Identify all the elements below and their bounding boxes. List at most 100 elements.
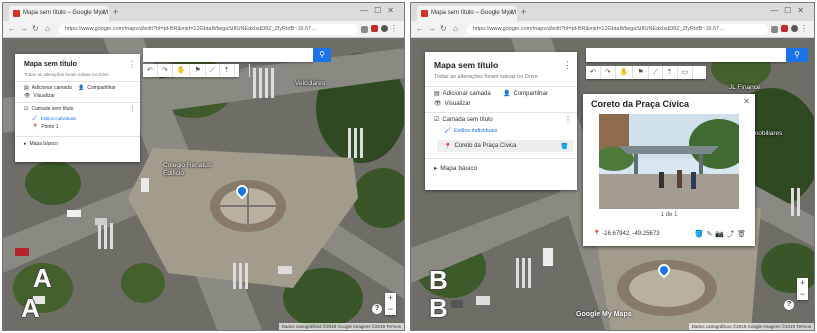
- layer-options-icon[interactable]: ⋮: [564, 115, 572, 124]
- hand-icon[interactable]: ✋: [616, 66, 634, 79]
- redo-icon[interactable]: ↷: [158, 64, 173, 77]
- search-button[interactable]: ⚲: [313, 48, 331, 62]
- place-photo[interactable]: [599, 114, 739, 209]
- zoom-in-icon[interactable]: +: [797, 278, 808, 289]
- browser-menu-icon[interactable]: ⋮: [390, 24, 398, 33]
- home-icon[interactable]: ⌂: [45, 24, 50, 33]
- layer-name: Camada sem título: [442, 116, 493, 123]
- zoom-in-icon[interactable]: +: [385, 293, 396, 304]
- divider: [425, 112, 577, 113]
- reload-icon[interactable]: ↻: [32, 24, 39, 33]
- zoom-out-icon[interactable]: −: [385, 304, 396, 315]
- back-icon[interactable]: ←: [8, 24, 16, 33]
- zoom-out-icon[interactable]: −: [797, 289, 808, 300]
- layer-row[interactable]: ☑ Camada sem título: [434, 116, 493, 124]
- map-title[interactable]: Mapa sem título: [434, 60, 498, 70]
- eye-icon: 👁: [24, 93, 31, 99]
- new-tab-icon[interactable]: +: [113, 7, 118, 17]
- map-options-icon[interactable]: ⋮: [563, 60, 572, 71]
- tab-bar: Mapa sem título – Google My M ✕ + —☐✕: [411, 3, 814, 21]
- camera-icon[interactable]: 📷: [715, 231, 727, 238]
- url-field[interactable]: https://www.google.com/maps/d/edit?hl=pt…: [467, 24, 768, 35]
- layer-row[interactable]: ☑ Camada sem título: [24, 106, 73, 112]
- checkbox-checked-icon[interactable]: ☑: [434, 116, 439, 123]
- paint-bucket-icon[interactable]: 🪣: [561, 143, 568, 150]
- ruler-icon[interactable]: ▭: [678, 66, 694, 79]
- line-icon[interactable]: ⟋: [206, 64, 220, 77]
- gmail-extension-icon[interactable]: [781, 25, 788, 32]
- browser-tab[interactable]: Mapa sem título – Google My M ✕: [417, 6, 517, 21]
- line-icon[interactable]: ⟋: [649, 66, 663, 79]
- satellite-map[interactable]: Veiculares Colegio Renatus Edificio ⚲ ↶ …: [3, 38, 404, 330]
- style-link[interactable]: 🖌 Estilos individuais: [32, 115, 76, 121]
- feature-item-selected[interactable]: 📍 Coreto da Praça Cívica 🪣: [437, 140, 573, 152]
- hand-icon[interactable]: ✋: [173, 64, 191, 77]
- search-button[interactable]: ⚲: [786, 48, 808, 62]
- redo-icon[interactable]: ↷: [601, 66, 616, 79]
- popup-title: Coreto da Praça Cívica: [591, 99, 690, 109]
- forward-icon[interactable]: →: [428, 24, 436, 33]
- preview-button[interactable]: 👁 Visualizar: [24, 93, 55, 99]
- share-button[interactable]: 👤 Compartilhar: [78, 85, 116, 91]
- avatar[interactable]: [381, 25, 388, 32]
- delete-icon[interactable]: 🗑: [737, 231, 749, 238]
- coordinates-value[interactable]: -16.67942, -49.25673: [602, 231, 659, 237]
- route-icon[interactable]: ⇡: [220, 64, 235, 77]
- tab-bar: Mapa sem título – Google My M ✕ + —☐✕: [3, 3, 404, 21]
- add-person-icon: 👤: [503, 91, 511, 97]
- home-icon[interactable]: ⌂: [453, 24, 458, 33]
- search-input[interactable]: [143, 48, 313, 62]
- terms-link[interactable]: Termos: [386, 324, 401, 329]
- checkbox-checked-icon[interactable]: ☑: [24, 106, 28, 112]
- avatar[interactable]: [791, 25, 798, 32]
- share-button[interactable]: 👤 Compartilhar: [503, 90, 548, 98]
- map-title[interactable]: Mapa sem título: [24, 61, 77, 68]
- feature-item[interactable]: 📍 Ponto 1: [32, 124, 58, 130]
- bookmark-star-icon[interactable]: [771, 26, 778, 33]
- paint-roller-icon: 🖌: [32, 115, 38, 120]
- map-label-colegio: Colegio Renatus: [163, 162, 212, 169]
- search-input[interactable]: [586, 48, 786, 62]
- popup-toolbar: 🪣✎📷⤴🗑: [695, 229, 749, 239]
- ruler-icon[interactable]: ▭: [235, 64, 251, 77]
- map-label-edificio: Edificio: [163, 170, 184, 177]
- map-options-icon[interactable]: ⋮: [128, 60, 136, 69]
- layer-options-icon[interactable]: ⋮: [129, 105, 136, 113]
- gmail-extension-icon[interactable]: [371, 25, 378, 32]
- back-icon[interactable]: ←: [416, 24, 424, 33]
- window-controls-icon[interactable]: —☐✕: [360, 6, 400, 15]
- style-link[interactable]: 🖌 Estilos individuais: [444, 128, 497, 134]
- reload-icon[interactable]: ↻: [440, 24, 447, 33]
- forward-icon[interactable]: →: [20, 24, 28, 33]
- save-status: Todas as alterações foram salvas no Driv…: [434, 74, 538, 80]
- close-tab-icon[interactable]: ✕: [508, 9, 514, 17]
- add-layer-button[interactable]: ▤ Adicionar camada: [434, 90, 491, 98]
- directions-icon[interactable]: ⤴: [727, 231, 737, 238]
- satellite-map[interactable]: JL Finance Imobiliares ⚲ ↶ ↷ ✋ ⚑ ⟋ ⇡ ▭ M…: [411, 38, 814, 330]
- help-icon[interactable]: ?: [784, 300, 794, 310]
- preview-button[interactable]: 👁 Visualizar: [434, 100, 471, 108]
- url-field[interactable]: https://www.google.com/maps/d/edit?hl=pt…: [59, 24, 358, 35]
- close-icon[interactable]: ✕: [743, 97, 750, 106]
- undo-icon[interactable]: ↶: [586, 66, 601, 79]
- help-icon[interactable]: ?: [372, 304, 382, 314]
- location-pin-icon: 📍: [32, 124, 39, 130]
- search-icon: ⚲: [794, 50, 800, 59]
- new-tab-icon[interactable]: +: [521, 7, 526, 17]
- base-map-row[interactable]: ▸ Mapa básico: [24, 141, 58, 147]
- add-person-icon: 👤: [78, 85, 85, 91]
- undo-icon[interactable]: ↶: [143, 64, 158, 77]
- window-controls-icon[interactable]: —☐✕: [770, 6, 810, 15]
- marker-icon[interactable]: ⚑: [633, 66, 649, 79]
- browser-tab[interactable]: Mapa sem título – Google My M ✕: [9, 6, 109, 21]
- browser-menu-icon[interactable]: ⋮: [800, 24, 808, 33]
- route-icon[interactable]: ⇡: [663, 66, 678, 79]
- bookmark-star-icon[interactable]: [361, 26, 368, 33]
- marker-icon[interactable]: ⚑: [190, 64, 206, 77]
- terms-link[interactable]: Termos: [796, 324, 811, 329]
- paint-bucket-icon[interactable]: 🪣: [695, 231, 707, 238]
- close-tab-icon[interactable]: ✕: [100, 9, 106, 17]
- add-layer-button[interactable]: ▤ Adicionar camada: [24, 85, 72, 91]
- base-map-row[interactable]: ▸ Mapa básico: [434, 164, 477, 173]
- feature-name: Ponto 1: [41, 124, 59, 130]
